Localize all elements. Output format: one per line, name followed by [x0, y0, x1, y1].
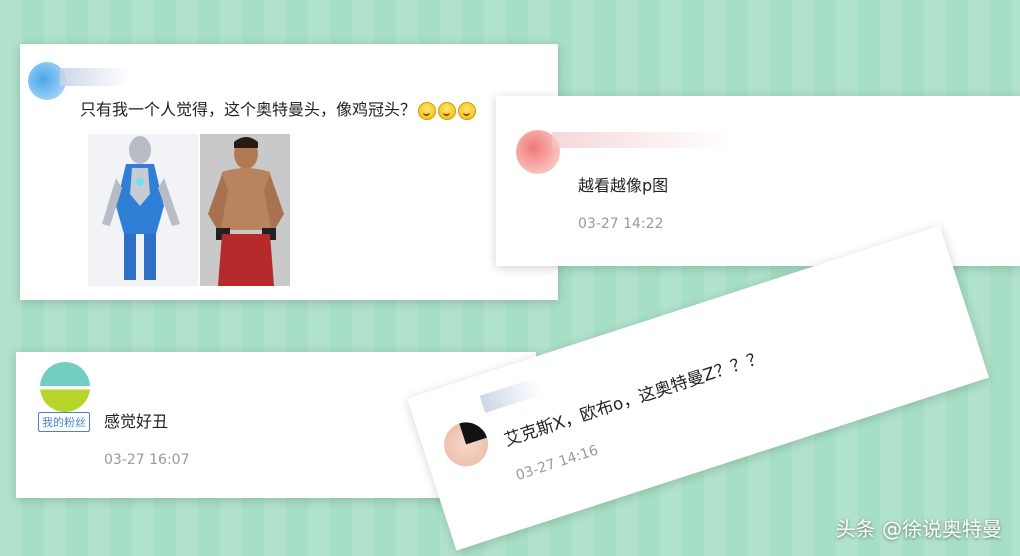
watermark: 头条 @徐说奥特曼 [835, 517, 1002, 541]
smile-emoji-icon [438, 101, 457, 120]
comment-time: 03-27 14:16 [513, 442, 601, 485]
comment-image-fighter[interactable] [200, 134, 290, 286]
comment-time: 03-27 14:22 [578, 216, 664, 232]
comment-card-1: 只有我一个人觉得，这个奥特曼头，像鸡冠头？ [20, 44, 558, 300]
comment-body: 只有我一个人觉得，这个奥特曼头，像鸡冠头？ [80, 100, 417, 119]
comment-body: 越看越像p图 [578, 176, 669, 195]
user-avatar[interactable] [438, 416, 494, 473]
username-redacted [60, 68, 130, 86]
comment-body: 感觉好丑 [104, 412, 169, 431]
fan-badge: 我的粉丝 [38, 412, 90, 432]
username-redacted [479, 377, 543, 413]
comment-body: 艾克斯X，欧布o，这奥特曼Z？？？ [501, 347, 767, 451]
user-avatar[interactable] [40, 362, 90, 412]
smile-emoji-icon [418, 101, 437, 120]
comment-time: 03-27 16:07 [104, 452, 190, 468]
smile-emoji-icon [458, 101, 477, 120]
username-redacted [552, 132, 732, 148]
comment-text: 只有我一个人觉得，这个奥特曼头，像鸡冠头？ [80, 96, 477, 120]
comment-image-ultraman[interactable] [88, 134, 198, 286]
